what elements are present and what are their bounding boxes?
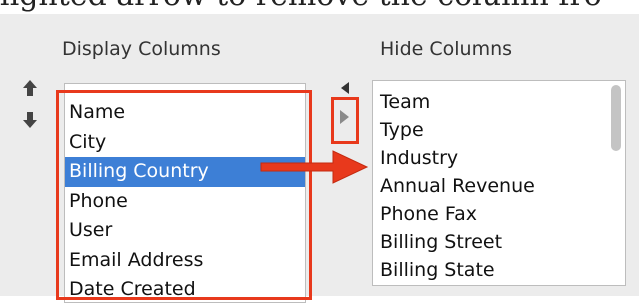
move-up-button[interactable] — [22, 78, 38, 103]
hide-column-item[interactable]: Billing Street — [373, 228, 625, 256]
hide-list-scrollbar[interactable] — [611, 85, 621, 281]
hide-column-item[interactable]: Billing State — [373, 256, 625, 284]
hide-columns-header: Hide Columns — [380, 38, 513, 60]
hide-column-item[interactable]: Type — [373, 116, 625, 144]
hide-column-item[interactable]: Phone Fax — [373, 200, 625, 228]
callout-arrow-icon — [260, 150, 369, 184]
display-list-highlight — [56, 90, 312, 300]
arrow-down-icon — [23, 112, 37, 128]
hide-columns-list[interactable]: Team Type Industry Annual Revenue Phone Fax B… — [372, 80, 626, 286]
hide-column-item[interactable]: Annual Revenue — [373, 172, 625, 200]
column-chooser-panel: Display Columns Hide Columns Name City Bil… — [0, 14, 639, 303]
hide-column-item[interactable]: Team — [373, 88, 625, 116]
hide-column-item[interactable]: Industry — [373, 144, 625, 172]
instruction-caption: lighted arrow to remove the column fro — [0, 0, 639, 13]
display-columns-header: Display Columns — [62, 38, 221, 60]
scrollbar-thumb[interactable] — [611, 85, 621, 151]
triangle-left-icon — [341, 82, 349, 94]
move-down-button[interactable] — [22, 110, 38, 135]
arrow-up-icon — [23, 80, 37, 96]
move-button-highlight — [331, 97, 359, 144]
